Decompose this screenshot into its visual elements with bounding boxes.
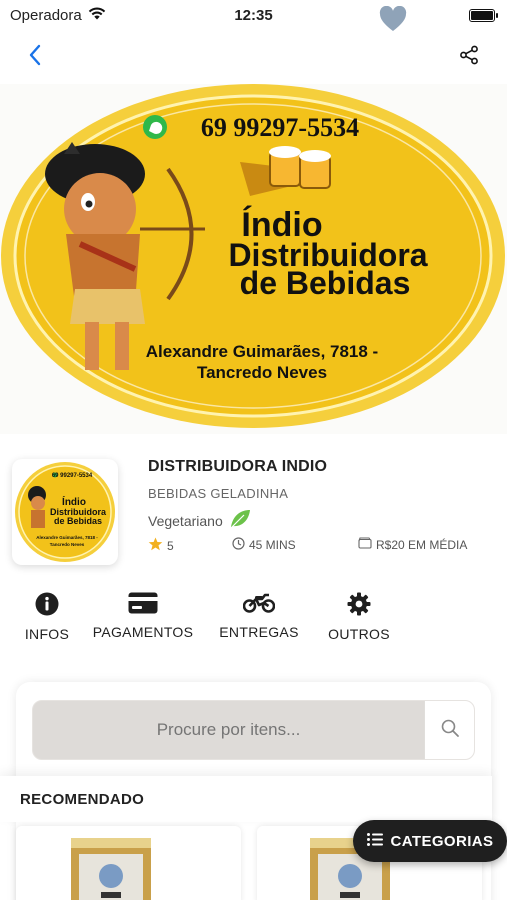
wallet-icon: [358, 537, 372, 552]
store-logo: 69 99297-5534 Índio Distribuidora de Beb…: [12, 459, 118, 565]
wifi-icon: [88, 6, 106, 24]
banner-phone: 69 99297-5534: [201, 113, 359, 142]
recommended-section-header: RECOMENDADO: [0, 776, 492, 822]
payments-button[interactable]: PAGAMENTOS: [93, 592, 193, 640]
share-icon[interactable]: [459, 45, 479, 70]
star-icon: [148, 537, 163, 554]
top-nav: [0, 40, 507, 74]
store-banner: 69 99297-5534 Índio Distribuidora de Beb…: [0, 84, 507, 434]
favorite-heart-icon[interactable]: [379, 5, 407, 37]
rating: 5: [148, 537, 174, 554]
search-input[interactable]: [33, 701, 424, 759]
average-price-value: R$20 EM MÉDIA: [376, 537, 468, 552]
back-chevron-icon[interactable]: [28, 44, 42, 71]
search-icon: [440, 718, 460, 743]
product-card[interactable]: [16, 826, 241, 900]
banner-address-line1: Alexandre Guimarães, 7818 -: [146, 342, 378, 361]
search-button[interactable]: [424, 701, 474, 759]
beer-can-image: [71, 838, 151, 900]
infos-button[interactable]: INFOS: [24, 592, 70, 642]
store-tag-label: Vegetariano: [148, 512, 223, 529]
store-meta-row: 5 45 MINS R$20 EM MÉDIA: [148, 537, 488, 555]
clock: 12:35: [234, 6, 273, 24]
status-bar: Operadora 12:35: [0, 0, 507, 30]
recommended-title: RECOMENDADO: [20, 790, 145, 808]
search-box: [32, 700, 475, 760]
banner-artwork: 69 99297-5534 Índio Distribuidora de Beb…: [1, 84, 505, 428]
store-page: Operadora 12:35 69 99297-5534 Índio Dist…: [0, 0, 507, 900]
banner-title-line3: de Bebidas: [240, 265, 411, 301]
battery-icon: [469, 8, 498, 22]
deliveries-label: ENTREGAS: [219, 624, 299, 640]
deliveries-button[interactable]: ENTREGAS: [219, 592, 299, 640]
store-category: BEBIDAS GELADINHA: [148, 486, 289, 501]
store-tag: Vegetariano: [148, 509, 251, 532]
clock-icon: [232, 537, 245, 553]
categories-button[interactable]: CATEGORIAS: [353, 820, 507, 862]
banner-address-line2: Tancredo Neves: [197, 363, 327, 382]
delivery-time: 45 MINS: [232, 537, 296, 553]
infos-label: INFOS: [24, 626, 70, 642]
rating-value: 5: [167, 538, 174, 553]
delivery-time-value: 45 MINS: [249, 538, 296, 552]
store-name: DISTRIBUIDORA INDIO: [148, 458, 328, 475]
credit-card-icon: [128, 592, 158, 619]
payments-label: PAGAMENTOS: [92, 624, 194, 640]
average-price: R$20 EM MÉDIA: [358, 537, 467, 552]
svg-text:69 99297-5534: 69 99297-5534: [52, 473, 93, 479]
svg-text:Alexandre Guimarães, 7818 -: Alexandre Guimarães, 7818 -: [36, 535, 98, 540]
motorcycle-icon: [242, 592, 276, 619]
info-icon: [35, 592, 59, 621]
others-label: OUTROS: [328, 626, 390, 642]
carrier-label: Operadora: [10, 6, 82, 24]
svg-text:de Bebidas: de Bebidas: [54, 516, 102, 526]
list-icon: [366, 832, 383, 850]
store-actions: INFOS PAGAMENTOS ENTREGAS OUTROS: [0, 592, 507, 642]
leaf-icon: [229, 509, 251, 532]
gear-icon: [347, 592, 371, 621]
others-button[interactable]: OUTROS: [328, 592, 390, 642]
categories-label: CATEGORIAS: [390, 832, 494, 850]
svg-text:Tancredo Neves: Tancredo Neves: [50, 542, 85, 547]
